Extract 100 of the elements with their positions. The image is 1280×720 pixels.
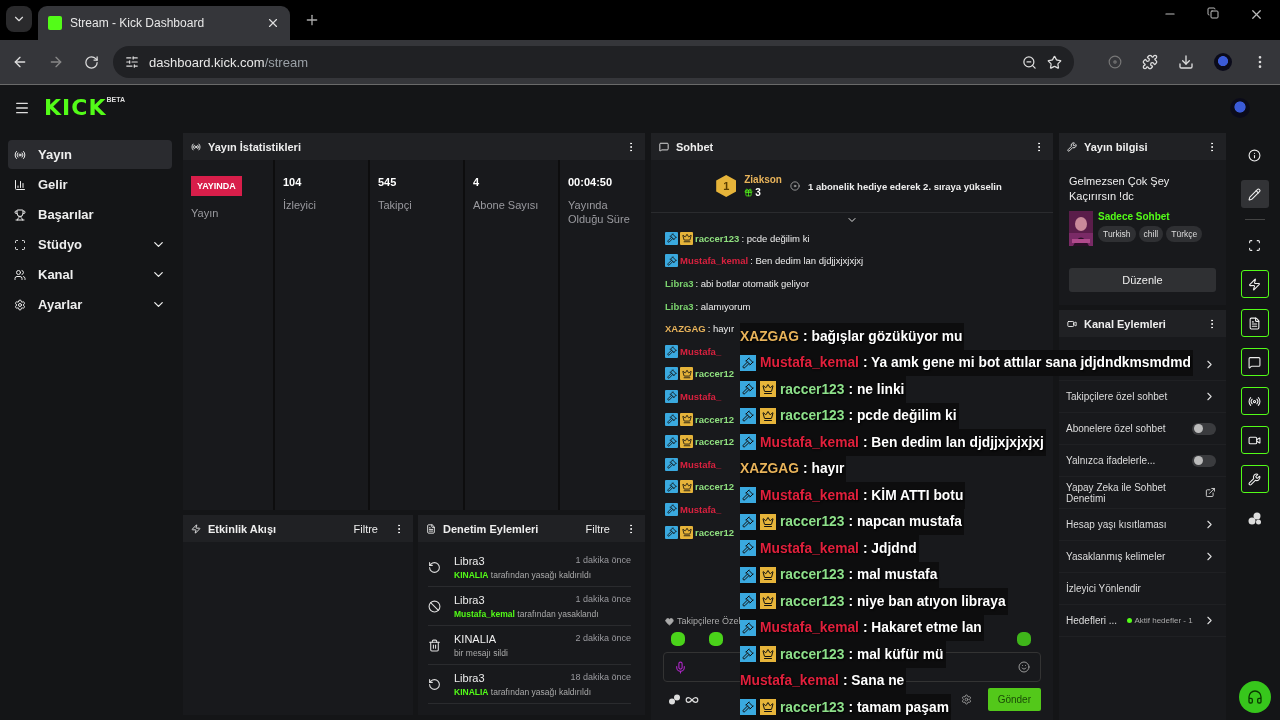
chat-username[interactable]: Mustafa_kemal bbox=[680, 255, 749, 267]
restore-icon[interactable] bbox=[1207, 6, 1219, 19]
browser-tab[interactable]: Stream - Kick Dashboard bbox=[38, 6, 290, 40]
rail-button[interactable] bbox=[1240, 387, 1269, 415]
chat-username[interactable]: Mustafa_ bbox=[680, 458, 722, 470]
chat-username[interactable]: raccer12 bbox=[695, 436, 735, 448]
chat-username[interactable]: raccer12 bbox=[695, 413, 735, 425]
circles-icon bbox=[1247, 511, 1262, 525]
address-bar[interactable]: dashboard.kick.com/stream bbox=[113, 46, 1074, 78]
close-icon[interactable] bbox=[266, 16, 280, 30]
follower-only-label: Takipçilere Özel bbox=[677, 616, 741, 626]
channel-action-label[interactable]: Abonelere özel sohbet bbox=[1066, 423, 1166, 434]
chat-username: raccer123 bbox=[780, 567, 845, 583]
emote-icon[interactable] bbox=[709, 632, 723, 646]
chat-username[interactable]: Libra3 bbox=[665, 300, 694, 312]
chat-username[interactable]: raccer12 bbox=[695, 368, 735, 380]
chat-username: XAZGAG bbox=[740, 328, 800, 344]
headset-icon bbox=[1246, 689, 1263, 705]
chat-username[interactable]: raccer12 bbox=[695, 481, 735, 493]
heart-icon bbox=[665, 616, 674, 626]
tag-chip[interactable]: Türkçe bbox=[1166, 225, 1203, 242]
mic-icon[interactable] bbox=[674, 660, 687, 674]
sidebar-item[interactable]: Başarılar bbox=[8, 200, 172, 229]
edit-button[interactable]: Düzenle bbox=[1069, 267, 1216, 292]
moderated-user: Libra3 bbox=[454, 594, 486, 606]
channel-action-label[interactable]: Yasaklanmış kelimeler bbox=[1066, 551, 1166, 562]
chat-message: : Ya amk gene mi bot attılar sana jdjdndkmsmdmd bbox=[862, 355, 1191, 371]
chat-username: raccer123 bbox=[780, 593, 845, 609]
rail-button[interactable] bbox=[1240, 180, 1269, 208]
panel-title: Etkinlik Akışı bbox=[208, 522, 278, 535]
back-icon[interactable] bbox=[12, 54, 28, 70]
send-button[interactable]: Gönder bbox=[987, 688, 1041, 711]
channel-action-label[interactable]: Yapay Zeka ile Sohbet Denetimi bbox=[1066, 481, 1206, 504]
download-icon[interactable] bbox=[1178, 54, 1194, 70]
action-time: 1 dakika önce bbox=[575, 555, 631, 567]
broadcast-icon bbox=[1248, 394, 1261, 408]
filter-button[interactable]: Filtre bbox=[345, 522, 386, 535]
trash-icon bbox=[428, 639, 441, 652]
rail-button[interactable] bbox=[1240, 270, 1269, 298]
chat-message: : Jdjdnd bbox=[862, 540, 917, 556]
profile-avatar[interactable] bbox=[1214, 53, 1232, 71]
panel-title: Yayın bilgisi bbox=[1084, 140, 1149, 153]
chat-message: : Hakaret etme lan bbox=[862, 620, 982, 636]
sidebar-item[interactable]: Gelir bbox=[8, 170, 172, 199]
toggle-switch[interactable] bbox=[1192, 422, 1216, 435]
channel-action-label[interactable]: İzleyici Yönlendir bbox=[1066, 583, 1141, 594]
document-icon bbox=[426, 523, 436, 534]
reload-icon[interactable] bbox=[84, 54, 99, 70]
chat-username[interactable]: XAZGAG bbox=[665, 323, 706, 335]
channel-action-label[interactable]: Yalnızca ifadelerle... bbox=[1066, 455, 1156, 466]
extension-icon[interactable] bbox=[1108, 55, 1122, 69]
profile-avatar[interactable] bbox=[1230, 97, 1250, 118]
chat-username[interactable]: raccer12 bbox=[695, 526, 735, 538]
support-button[interactable] bbox=[1238, 681, 1271, 713]
settings-icon[interactable] bbox=[960, 694, 972, 705]
trophy-icon bbox=[14, 208, 26, 221]
chat-username[interactable]: Mustafa_ bbox=[680, 503, 722, 515]
chat-message: : niye ban atıyon libraya bbox=[848, 593, 1006, 609]
rail-button[interactable] bbox=[1240, 348, 1269, 376]
sidebar-item[interactable]: Kanal bbox=[8, 260, 172, 289]
emote-icon[interactable] bbox=[671, 632, 685, 646]
wrench-icon bbox=[1248, 472, 1261, 486]
chat-message: : bağışlar gözüküyor mu bbox=[803, 328, 963, 344]
tag-chip[interactable]: Turkish bbox=[1098, 225, 1136, 242]
tab-list-button[interactable] bbox=[6, 6, 32, 32]
tag-chip[interactable]: chill bbox=[1138, 225, 1164, 242]
filter-button[interactable]: Filtre bbox=[577, 522, 618, 535]
puzzle-icon[interactable] bbox=[1142, 54, 1158, 70]
chat-username[interactable]: Mustafa_ bbox=[680, 390, 722, 402]
gift-count: 3 bbox=[755, 187, 761, 198]
chat-username[interactable]: Libra3 bbox=[665, 278, 694, 289]
stat-label: Abone Sayısı bbox=[473, 198, 540, 213]
chat-username[interactable]: Mustafa_ bbox=[680, 345, 722, 357]
chat-username[interactable]: raccer123 bbox=[695, 232, 740, 244]
chat-message: : Ben dedim lan djdjjxjxjxjxj bbox=[750, 255, 864, 267]
zoom-icon[interactable] bbox=[1022, 54, 1037, 70]
toggle-switch[interactable] bbox=[1192, 454, 1216, 467]
rail-button[interactable] bbox=[1240, 465, 1269, 493]
moderated-user: KINALIA bbox=[454, 633, 498, 645]
new-tab-icon[interactable] bbox=[304, 12, 320, 28]
sidebar-item[interactable]: Ayarlar bbox=[8, 290, 172, 319]
rail-button[interactable] bbox=[1240, 426, 1269, 454]
sidebar-item[interactable]: Stüdyo bbox=[8, 230, 172, 259]
scan-icon bbox=[14, 238, 26, 251]
star-icon[interactable] bbox=[1047, 54, 1062, 70]
action-time: 18 dakika önce bbox=[570, 672, 631, 684]
channel-action-label[interactable]: Hedefleri ... bbox=[1066, 615, 1118, 626]
sidebar-item[interactable]: Yayın bbox=[8, 140, 172, 169]
rail-button[interactable] bbox=[1240, 309, 1269, 337]
goal-status: Aktif hedefler - 1 bbox=[1127, 616, 1193, 625]
category-link[interactable]: Sadece Sohbet bbox=[1098, 210, 1203, 222]
chat-username: Mustafa_kemal bbox=[760, 540, 859, 556]
site-info-icon[interactable] bbox=[125, 55, 139, 69]
chat-message: : ne linki bbox=[848, 381, 905, 397]
emote-icon[interactable] bbox=[1017, 632, 1031, 646]
channel-action-label[interactable]: Takipçilere özel sohbet bbox=[1066, 391, 1168, 402]
emoji-icon[interactable] bbox=[1018, 661, 1030, 673]
chat-message: : pcde değilim ki bbox=[848, 408, 957, 424]
channel-action-label[interactable]: Hesap yaşı kısıtlaması bbox=[1066, 519, 1167, 530]
forward-icon[interactable] bbox=[48, 54, 64, 70]
